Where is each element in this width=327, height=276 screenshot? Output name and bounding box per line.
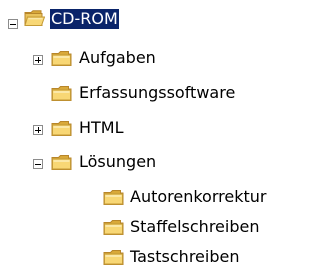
tree-node-erfassungssoftware[interactable]: Erfassungssoftware xyxy=(0,80,320,110)
tree-node-staffelschreiben[interactable]: Staffelschreiben xyxy=(0,214,327,244)
folder-icon xyxy=(103,189,124,206)
folder-open-icon xyxy=(24,10,45,27)
folder-tree: CD-ROM Aufgaben Erfassungssoftware HTML … xyxy=(0,0,327,276)
collapse-toggle-icon[interactable] xyxy=(33,159,43,169)
collapse-toggle-icon[interactable] xyxy=(8,19,18,29)
tree-node-cd-rom[interactable]: CD-ROM xyxy=(0,5,200,35)
tree-node-label[interactable]: Tastschreiben xyxy=(129,247,240,267)
tree-node-label[interactable]: Erfassungssoftware xyxy=(78,83,236,103)
tree-node-label[interactable]: Staffelschreiben xyxy=(129,217,260,237)
folder-icon xyxy=(103,249,124,266)
folder-icon xyxy=(51,154,72,171)
tree-node-label[interactable]: CD-ROM xyxy=(50,9,119,29)
tree-node-loesungen[interactable]: Lösungen xyxy=(0,149,230,179)
tree-node-label[interactable]: Autorenkorrektur xyxy=(129,187,267,207)
folder-icon xyxy=(103,219,124,236)
tree-node-tastschreiben[interactable]: Tastschreiben xyxy=(0,244,327,274)
folder-icon xyxy=(51,50,72,67)
tree-node-label[interactable]: HTML xyxy=(78,118,125,138)
folder-icon xyxy=(51,85,72,102)
expand-toggle-icon[interactable] xyxy=(33,125,43,135)
tree-node-label[interactable]: Lösungen xyxy=(78,152,157,172)
expand-toggle-icon[interactable] xyxy=(33,55,43,65)
folder-icon xyxy=(51,120,72,137)
tree-node-html[interactable]: HTML xyxy=(0,115,200,145)
tree-node-label[interactable]: Aufgaben xyxy=(78,48,157,68)
tree-node-aufgaben[interactable]: Aufgaben xyxy=(0,45,230,75)
tree-node-autorenkorrektur[interactable]: Autorenkorrektur xyxy=(0,184,327,214)
